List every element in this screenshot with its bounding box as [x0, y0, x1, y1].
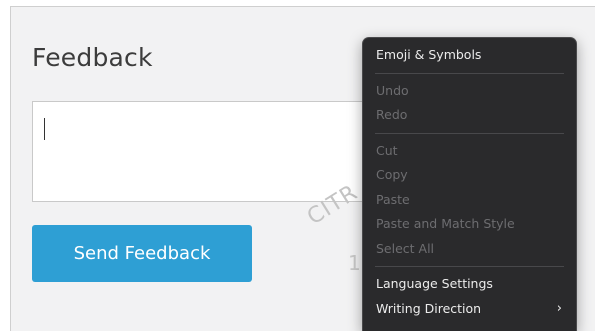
menu-item-label: Paste: [376, 191, 410, 207]
menu-item-label: Emoji & Symbols: [376, 47, 482, 62]
menu-separator: [375, 266, 564, 267]
text-caret: [44, 118, 45, 140]
menu-item-copy: Copy: [363, 163, 576, 188]
menu-item-writing-direction[interactable]: Writing Direction ›: [363, 297, 576, 322]
menu-item-label: Copy: [376, 167, 408, 182]
menu-item-cut: Cut: [363, 139, 576, 164]
menu-item-label: Paste and Match Style: [376, 216, 515, 231]
menu-item-label: Undo: [376, 82, 409, 98]
menu-separator: [375, 132, 564, 134]
menu-item-paste-and-match-style: Paste and Match Style: [363, 212, 576, 237]
menu-item-label: Language Settings: [376, 276, 493, 291]
menu-item-language-settings[interactable]: Language Settings: [363, 272, 576, 297]
menu-item-label: Writing Direction: [376, 300, 482, 316]
page-title: Feedback: [32, 43, 153, 72]
menu-item-label: Redo: [376, 107, 408, 122]
menu-item-emoji-symbols[interactable]: Emoji & Symbols: [363, 43, 576, 68]
menu-separator: [375, 72, 564, 74]
menu-item-redo: Redo: [363, 103, 576, 128]
menu-item-undo: Undo: [363, 79, 576, 104]
send-feedback-button[interactable]: Send Feedback: [32, 225, 252, 282]
menu-item-select-all: Select All: [363, 237, 576, 262]
watermark-text-secondary: 1: [348, 251, 361, 275]
menu-item-paste: Paste: [363, 188, 576, 213]
menu-item-label: Cut: [376, 142, 398, 158]
context-menu: Emoji & Symbols Undo Redo Cut Copy Paste…: [362, 37, 577, 331]
menu-item-label: Select All: [376, 240, 435, 256]
chevron-right-icon: ›: [556, 300, 562, 316]
